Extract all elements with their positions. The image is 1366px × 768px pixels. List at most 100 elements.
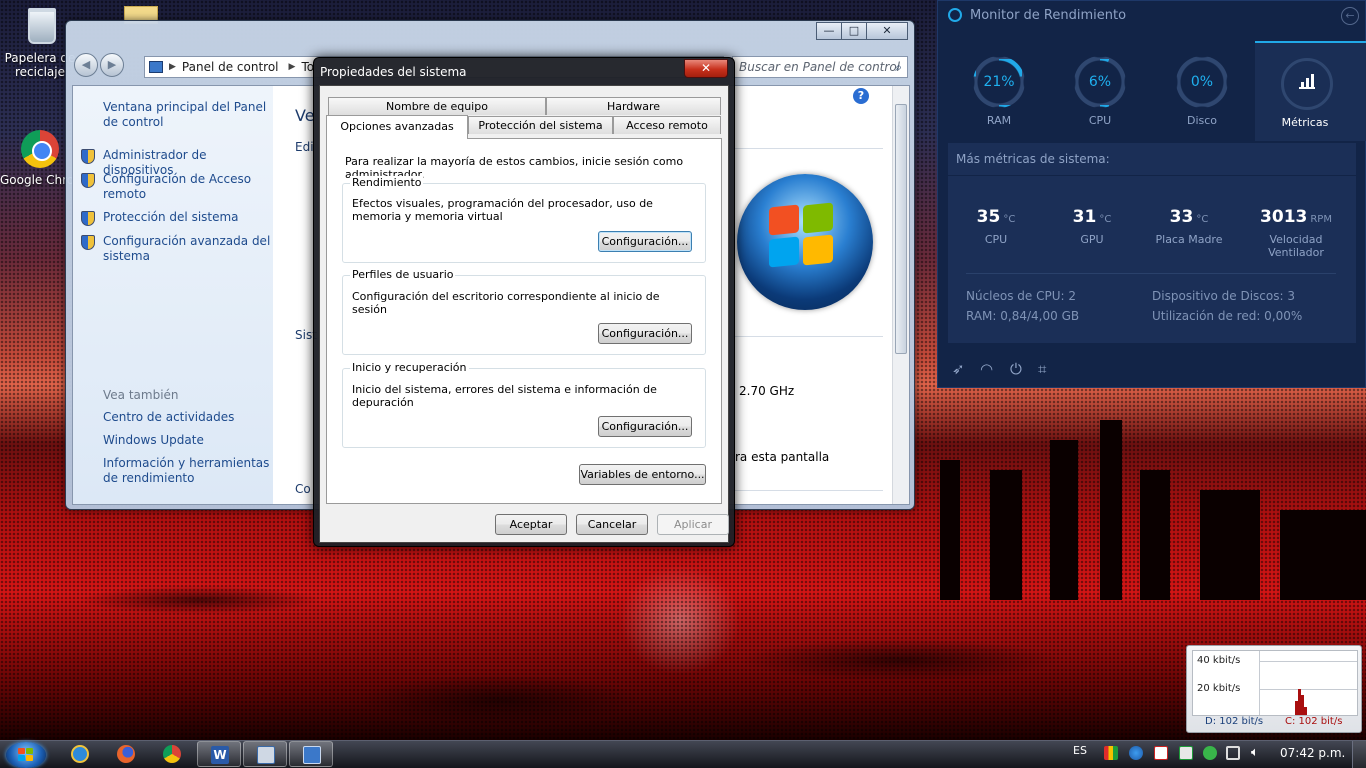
tab-metrics[interactable]: Métricas [1255, 41, 1366, 141]
link-label: Protección del sistema [103, 210, 239, 224]
ram-gauge[interactable]: 21% [973, 56, 1025, 108]
taskbar-firefox[interactable] [104, 741, 148, 767]
tab-system-protection[interactable]: Protección del sistema [468, 116, 613, 134]
apply-button[interactable]: Aplicar [657, 514, 729, 535]
group-description: Inicio del sistema, errores del sistema … [352, 383, 657, 409]
link-label: Configuración de Acceso remoto [103, 172, 252, 201]
system-info-icon [257, 746, 275, 764]
update-icon[interactable] [1203, 746, 1217, 760]
link-advanced-system-settings[interactable]: Configuración avanzada del sistema [81, 234, 271, 264]
dialog-title: Propiedades del sistema [320, 65, 467, 79]
download-rate: D: 102 bit/s [1205, 716, 1264, 727]
link-remote-settings[interactable]: Configuración de Acceso remoto [81, 172, 271, 202]
panel-divider [948, 175, 1356, 176]
firefox-icon [117, 745, 135, 763]
temp-label: Velocidad Ventilador [1268, 233, 1324, 259]
control-panel-icon [303, 746, 321, 764]
chrome-icon [20, 130, 60, 170]
group-description: Configuración del escritorio correspondi… [352, 290, 660, 316]
temp-value: 3013 [1260, 207, 1308, 227]
search-input[interactable]: Buscar en Panel de control ⌕ [732, 56, 908, 78]
gauge-value: 21% [983, 74, 1015, 90]
maximize-button[interactable]: □ [841, 22, 867, 40]
monitor-tray-icon[interactable] [1104, 746, 1118, 760]
taskbar-control-panel[interactable] [289, 741, 333, 767]
clock[interactable]: 07:42 p.m. [1280, 746, 1345, 760]
metrics-panel: Más métricas de sistema: 35 °C CPU 31 °C G… [948, 143, 1356, 343]
minimize-button[interactable]: — [816, 22, 842, 40]
cancel-button[interactable]: Cancelar [576, 514, 648, 535]
close-button[interactable]: ✕ [866, 22, 908, 40]
graph-axis [1259, 651, 1260, 715]
show-desktop-button[interactable] [1352, 741, 1366, 768]
help-icon[interactable]: ? [853, 88, 869, 104]
environment-variables-button[interactable]: Variables de entorno... [579, 464, 706, 485]
link-action-center[interactable]: Centro de actividades [103, 410, 271, 425]
user-profiles-group: Perfiles de usuario Configuración del es… [342, 268, 706, 355]
scrollbar-thumb[interactable] [895, 104, 907, 354]
dialog-close-button[interactable]: ✕ [684, 59, 728, 78]
user-profiles-settings-button[interactable]: Configuración... [598, 323, 692, 344]
volume-icon[interactable]: 🔈︎ [1251, 746, 1265, 760]
crop-icon[interactable]: ⌗ [1038, 360, 1046, 378]
group-legend: Inicio y recuperación [350, 361, 469, 374]
advanced-tab-panel: Para realizar la mayoría de estos cambio… [326, 138, 722, 504]
tab-label: Métricas [1281, 116, 1329, 129]
speedometer-icon[interactable]: ◠ [980, 360, 993, 378]
tab-remote-access[interactable]: Acceso remoto [613, 116, 721, 134]
ok-button[interactable]: Aceptar [495, 514, 567, 535]
power-icon[interactable]: ⏻ [1010, 360, 1022, 378]
temp-label: CPU [984, 233, 1008, 246]
cpu-gauge[interactable]: 6% [1074, 56, 1126, 108]
link-performance-info[interactable]: Información y herramientas de rendimient… [103, 456, 271, 486]
search-icon[interactable]: ⌕ [895, 60, 902, 75]
taskbar-word[interactable]: W [197, 741, 241, 767]
rocket-icon[interactable]: ➶ [952, 360, 965, 378]
link-windows-update[interactable]: Windows Update [103, 433, 271, 448]
tab-hardware[interactable]: Hardware [546, 97, 721, 115]
temp-unit: °C [1003, 214, 1016, 225]
network-icon[interactable] [1226, 746, 1240, 760]
taskbar-internet-explorer[interactable] [58, 741, 102, 767]
link-control-panel-home[interactable]: Ventana principal del Panel de control [103, 100, 271, 130]
tab-advanced-options[interactable]: Opciones avanzadas [326, 115, 468, 139]
performance-settings-button[interactable]: Configuración... [598, 231, 692, 252]
forward-button[interactable]: ▶ [100, 53, 124, 77]
temp-unit: °C [1196, 214, 1209, 225]
link-system-protection[interactable]: Protección del sistema [81, 210, 271, 226]
graph-gridline [1259, 661, 1357, 662]
disk-gauge[interactable]: 0% [1176, 56, 1228, 108]
system-properties-dialog[interactable]: Propiedades del sistema ✕ Nombre de equi… [313, 57, 735, 547]
group-description: Efectos visuales, programación del proce… [352, 197, 653, 223]
graph-scale-mid: 20 kbit/s [1197, 683, 1241, 694]
processor-speed-fragment: 2.70 GHz [739, 384, 795, 398]
upload-rate: C: 102 bit/s [1285, 716, 1343, 727]
window-controls: — □ ✕ [816, 22, 908, 40]
startup-recovery-settings-button[interactable]: Configuración... [598, 416, 692, 437]
traffic-spike [1304, 707, 1307, 715]
computer-name-heading-fragment: Co [295, 482, 311, 496]
graph-gridline [1259, 689, 1357, 690]
edition-heading-fragment: Edi [295, 140, 314, 154]
word-icon: W [211, 746, 229, 764]
gauge-value: 6% [1088, 74, 1112, 90]
monitor-logo-icon [948, 8, 962, 22]
breadcrumb-item[interactable]: Panel de control [182, 60, 279, 74]
performance-monitor-gadget[interactable]: Monitor de Rendimiento ← 21% RAM 6% CPU … [937, 0, 1366, 388]
section-divider [733, 148, 883, 149]
gauge-value: 0% [1190, 74, 1214, 90]
taskbar-chrome[interactable] [150, 741, 194, 767]
taskbar-system-info[interactable] [243, 741, 287, 767]
temp-value: 33 [1169, 207, 1194, 227]
language-indicator[interactable]: ES [1073, 744, 1087, 757]
network-meter-gadget[interactable]: 40 kbit/s 20 kbit/s D: 102 bit/s C: 102 … [1186, 645, 1362, 733]
section-divider [733, 336, 883, 337]
start-button[interactable] [6, 742, 46, 768]
security-icon[interactable] [1179, 746, 1193, 760]
tab-computer-name[interactable]: Nombre de equipo [328, 97, 546, 115]
vertical-scrollbar[interactable] [892, 86, 909, 504]
action-center-flag-icon[interactable] [1154, 746, 1168, 760]
back-button[interactable]: ◀ [74, 53, 98, 77]
network-globe-icon[interactable] [1129, 746, 1143, 760]
back-arrow-icon[interactable]: ← [1341, 7, 1359, 25]
